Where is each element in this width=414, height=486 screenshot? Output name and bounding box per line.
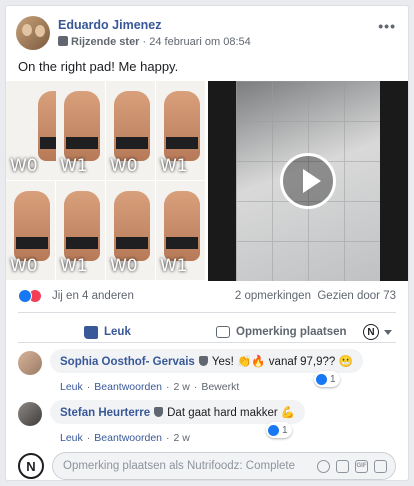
comment-time[interactable]: 2 w	[174, 381, 190, 393]
top-fan-icon	[58, 36, 68, 46]
like-reaction-icon	[18, 289, 32, 303]
commenter-name[interactable]: Stefan Heurterre	[60, 407, 150, 419]
commenter-avatar[interactable]	[18, 351, 42, 375]
views-count[interactable]: Gezien door 73	[317, 290, 396, 302]
post-card: Eduardo Jimenez Rijzende ster · 24 febru…	[5, 5, 409, 481]
comment: Sophia Oosthof- Gervais Yes! 👏🔥 vanaf 97,…	[18, 349, 396, 397]
gif-icon[interactable]: GIF	[355, 460, 368, 473]
comment-text: Dat gaat hard makker 💪	[167, 407, 296, 419]
comment-icon	[216, 326, 230, 338]
play-icon[interactable]	[280, 153, 336, 209]
comment-text: Yes! 👏🔥 vanaf 97,9?? 😬	[211, 356, 353, 368]
post-stats: Jij en 4 anderen 2 opmerkingen Gezien do…	[18, 289, 396, 307]
post-media[interactable]: W0 W1 W0 W1 W0 W1 W0 W1	[6, 81, 408, 281]
meta-separator: ·	[139, 36, 150, 48]
photo-tile[interactable]: W1	[56, 81, 106, 181]
photo-tile[interactable]: W1	[56, 181, 106, 281]
like-reaction-icon	[316, 373, 327, 385]
reactors-text[interactable]: Jij en 4 anderen	[52, 290, 134, 302]
photo-tile[interactable]: W1	[156, 181, 206, 281]
camera-icon[interactable]	[336, 460, 349, 473]
tile-label: W0	[10, 256, 38, 276]
comment-bubble: Stefan Heurterre Dat gaat hard makker 💪	[50, 400, 306, 424]
comment-input[interactable]: Opmerking plaatsen als Nutrifoodz: Compl…	[52, 452, 396, 480]
composer-icons: GIF	[317, 460, 387, 473]
post-timestamp[interactable]: 24 februari om 08:54	[149, 36, 251, 48]
photo-tile[interactable]: W0	[106, 81, 156, 181]
tile-label: W1	[160, 156, 188, 176]
page-logo-icon: N	[363, 324, 379, 340]
comment-reaction-count: 1	[282, 424, 288, 436]
top-fan-icon	[154, 407, 164, 417]
comment-reaction-count: 1	[330, 373, 336, 385]
author-avatar[interactable]	[16, 16, 50, 50]
comment-reply-link[interactable]: Beantwoorden	[94, 432, 162, 444]
thumbs-up-icon	[84, 325, 98, 339]
comment-links: Leuk · Beantwoorden · 2 w · Bewerkt	[60, 381, 240, 393]
emoji-icon[interactable]	[317, 460, 330, 473]
tile-label: W0	[110, 156, 138, 176]
commenter-name[interactable]: Sophia Oosthof- Gervais	[60, 356, 195, 368]
comment-links: Leuk · Beantwoorden · 2 w	[60, 432, 190, 444]
fan-badge-label: Rijzende ster	[71, 36, 140, 48]
sticker-icon[interactable]	[374, 460, 387, 473]
tile-label: W1	[160, 256, 188, 276]
comment-reaction[interactable]: 1	[266, 422, 292, 438]
top-fan-icon	[198, 356, 208, 366]
comment-like-link[interactable]: Leuk	[60, 381, 83, 393]
more-options-icon[interactable]: •••	[378, 18, 396, 34]
divider	[18, 342, 396, 343]
comment-bubble: Sophia Oosthof- Gervais Yes! 👏🔥 vanaf 97,…	[50, 349, 363, 373]
commenter-avatar[interactable]	[18, 402, 42, 426]
author-name[interactable]: Eduardo Jimenez	[58, 18, 162, 32]
comment-reaction[interactable]: 1	[314, 371, 340, 387]
video-player[interactable]	[208, 81, 408, 281]
comment: Stefan Heurterre Dat gaat hard makker 💪 1…	[18, 400, 396, 446]
post-text: On the right pad! Me happy.	[18, 59, 179, 74]
like-reaction-icon	[268, 424, 279, 436]
page-avatar[interactable]: N	[18, 453, 44, 479]
divider	[18, 312, 396, 313]
comment-reply-link[interactable]: Beantwoorden	[94, 381, 162, 393]
stats-right: 2 opmerkingen Gezien door 73	[235, 290, 396, 302]
tile-label: W0	[10, 156, 38, 176]
comment-edited[interactable]: Bewerkt	[201, 381, 239, 393]
tile-label: W1	[60, 156, 88, 176]
reaction-summary[interactable]	[18, 289, 42, 303]
tile-label: W0	[110, 256, 138, 276]
photo-grid[interactable]: W0 W1 W0 W1 W0 W1 W0 W1	[6, 81, 206, 281]
comment-button-label: Opmerking plaatsen	[236, 326, 347, 338]
comment-composer: N Opmerking plaatsen als Nutrifoodz: Com…	[18, 452, 396, 480]
comments-count[interactable]: 2 opmerkingen	[235, 290, 311, 302]
photo-tile[interactable]: W0	[6, 181, 56, 281]
post-header: Eduardo Jimenez Rijzende ster · 24 febru…	[16, 16, 398, 50]
photo-tile[interactable]: W0	[106, 181, 156, 281]
comment-like-link[interactable]: Leuk	[60, 432, 83, 444]
chevron-down-icon	[384, 329, 392, 335]
comment-input-placeholder: Opmerking plaatsen als Nutrifoodz: Compl…	[63, 460, 296, 472]
photo-tile[interactable]: W1	[156, 81, 206, 181]
tile-label: W1	[60, 256, 88, 276]
like-button-label: Leuk	[104, 326, 131, 338]
post-meta: Rijzende ster · 24 februari om 08:54	[58, 36, 251, 48]
comment-time[interactable]: 2 w	[174, 432, 190, 444]
